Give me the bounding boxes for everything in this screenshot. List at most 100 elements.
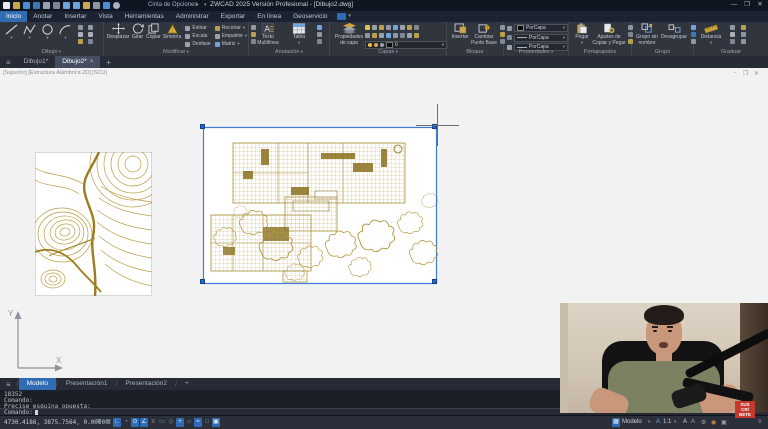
annotation-toggle-icon[interactable]: ≈ [194, 418, 202, 427]
grip-bottom-left[interactable] [200, 279, 205, 284]
doc-restore-icon[interactable]: ❐ [743, 70, 748, 77]
paste-tool[interactable]: Pegar [572, 23, 592, 45]
divide-icon[interactable] [741, 25, 746, 30]
viewport-controls[interactable]: [Superior] [Estructura Alámbrica 2D] [SC… [3, 70, 107, 76]
gear-icon[interactable] [113, 2, 120, 9]
properties-qat-icon[interactable] [103, 2, 110, 9]
dyn-ucs-toggle-icon[interactable]: ▱ [185, 418, 193, 427]
scale-caret-icon[interactable]: ▾ [674, 419, 676, 425]
ortho-toggle-icon[interactable]: ∟ [113, 418, 121, 427]
doc-tab-close-icon[interactable]: × [90, 59, 94, 65]
doc-minimize-icon[interactable]: − [733, 70, 737, 76]
tab-geoservicio[interactable]: Geoservicio [287, 11, 333, 22]
add-layout-button[interactable]: + [177, 378, 197, 390]
grid-toggle-icon[interactable]: ▦ [104, 418, 112, 427]
isolate-toggle-icon[interactable]: ▣ [212, 418, 220, 427]
fillet-tool[interactable]: Empalme [215, 32, 247, 40]
tab-insertar[interactable]: Insertar [58, 11, 92, 22]
open-folder-icon[interactable] [13, 2, 20, 9]
mirror-tool[interactable]: Simetría [163, 23, 182, 41]
panel-label-grupo[interactable]: Grupo [632, 48, 693, 56]
mtext-tool[interactable]: A TextoMultilínea [253, 23, 283, 46]
close-button[interactable]: ✕ [754, 0, 766, 10]
panel-label-bloque[interactable]: Bloque [447, 48, 503, 56]
id-point-icon[interactable] [741, 39, 746, 44]
panel-label-graduar[interactable]: Graduar [694, 48, 768, 56]
change-base-point-tool[interactable]: CambiarPunto Base [472, 23, 496, 46]
model-caret-icon[interactable]: ▾ [648, 419, 650, 425]
copy-tool[interactable]: Copiar [146, 23, 161, 41]
lineweight-toggle-icon[interactable]: ▭ [158, 418, 166, 427]
rectangle-icon[interactable] [78, 25, 83, 30]
layer-unlock-icon[interactable] [386, 33, 391, 38]
layer-thaw-icon[interactable] [379, 33, 384, 38]
annotation-auto-icon[interactable]: A [691, 419, 695, 425]
layer-prev-icon[interactable] [400, 25, 405, 30]
tab-administrar[interactable]: Administrar [170, 11, 215, 22]
polygon-icon[interactable] [88, 25, 93, 30]
layer-cur-icon[interactable] [393, 33, 398, 38]
stretch-tool[interactable]: Estirar [185, 24, 206, 32]
layer-merge-icon[interactable] [365, 33, 370, 38]
annotation-scale-a-icon[interactable]: A [656, 419, 660, 425]
annotation-visibility-icon[interactable]: A [683, 419, 687, 425]
leader-icon[interactable] [317, 32, 322, 37]
topographic-contour-drawing[interactable] [35, 152, 152, 296]
circle-tool[interactable]: ▾ [40, 23, 55, 41]
ungroup-tool[interactable]: Desagrupar [662, 23, 686, 41]
measure-radius-icon[interactable] [730, 39, 735, 44]
osnap-toggle-icon[interactable]: ⊙ [131, 418, 139, 427]
autoscale-toggle-icon[interactable]: □ [203, 418, 211, 427]
arc-tool[interactable]: ▾ [58, 23, 73, 41]
layer-lock-icon[interactable] [379, 25, 384, 30]
distance-tool[interactable]: Distancia [698, 23, 724, 45]
layout-menu-icon[interactable]: ≡ [6, 380, 11, 389]
move-tool[interactable]: Desplazar [107, 23, 129, 41]
cycle-select-toggle-icon[interactable]: + [176, 418, 184, 427]
line-tool[interactable]: ▾ [4, 23, 19, 41]
model-space-label[interactable]: Modelo [622, 419, 642, 425]
grip-top-left[interactable] [200, 124, 205, 129]
point-icon[interactable] [88, 39, 93, 44]
annotation-scale-value[interactable]: 1:1 [663, 419, 671, 425]
restore-button[interactable]: ❐ [741, 0, 753, 10]
undo-icon[interactable] [63, 2, 70, 9]
panel-label-dibujo[interactable]: Dibujo [0, 48, 103, 56]
layout-tab-presentacion2[interactable]: Presentación2 [117, 378, 175, 390]
workspace-icon[interactable] [93, 2, 100, 9]
tab-herramientas[interactable]: Herramientas [119, 11, 170, 22]
layer-walk-icon[interactable] [407, 25, 412, 30]
polyline-tool[interactable]: ▾ [22, 23, 37, 41]
settings-gear-icon[interactable]: ⚙ [701, 419, 706, 426]
doc-tab-dibujo1[interactable]: Dibujo1* [17, 56, 56, 68]
model-space-icon[interactable]: ▦ [612, 418, 620, 427]
unnamed-group-tool[interactable]: Grupo sinnombre [635, 23, 659, 46]
panel-label-propiedades[interactable]: Propiedades [504, 48, 568, 56]
qat-caret2-icon[interactable]: ▾ [204, 2, 207, 8]
array-tool[interactable]: Matriz [215, 40, 240, 48]
panel-label-portapapeles[interactable]: Portapapeles [569, 48, 631, 56]
new-doc-tab-button[interactable]: + [106, 58, 111, 67]
measure-angle-icon[interactable] [730, 32, 735, 37]
offset-tool[interactable]: Desfase [185, 40, 210, 48]
layer-off-icon[interactable] [414, 25, 419, 30]
print-icon[interactable] [43, 2, 50, 9]
scale-tool[interactable]: Escala [185, 32, 207, 40]
ellipse-icon[interactable] [78, 32, 83, 37]
color-dropdown[interactable]: PorCapa ▾ [514, 24, 568, 32]
layer-delete-icon[interactable] [372, 33, 377, 38]
redo-icon[interactable] [73, 2, 80, 9]
preview-icon[interactable] [53, 2, 60, 9]
selected-site-plan-drawing[interactable] [203, 127, 437, 284]
tab-inicio[interactable]: Inicio [0, 11, 27, 22]
measure-area-icon[interactable] [730, 25, 735, 30]
table-tool[interactable]: Tabla [287, 23, 311, 45]
layer-vp-icon[interactable] [414, 33, 419, 38]
layer-properties-tool[interactable]: Propiedadesde capa [333, 23, 365, 46]
tab-exportar[interactable]: Exportar [215, 11, 252, 22]
lineweight-dropdown[interactable]: PorCapa ▾ [514, 34, 568, 42]
clean-screen-icon[interactable]: ▣ [721, 419, 727, 426]
snap-toggle-icon[interactable]: ⊞ [95, 418, 103, 427]
online-globe-icon[interactable]: ◉ [711, 419, 716, 426]
doc-menu-icon[interactable]: ≡ [6, 58, 11, 67]
